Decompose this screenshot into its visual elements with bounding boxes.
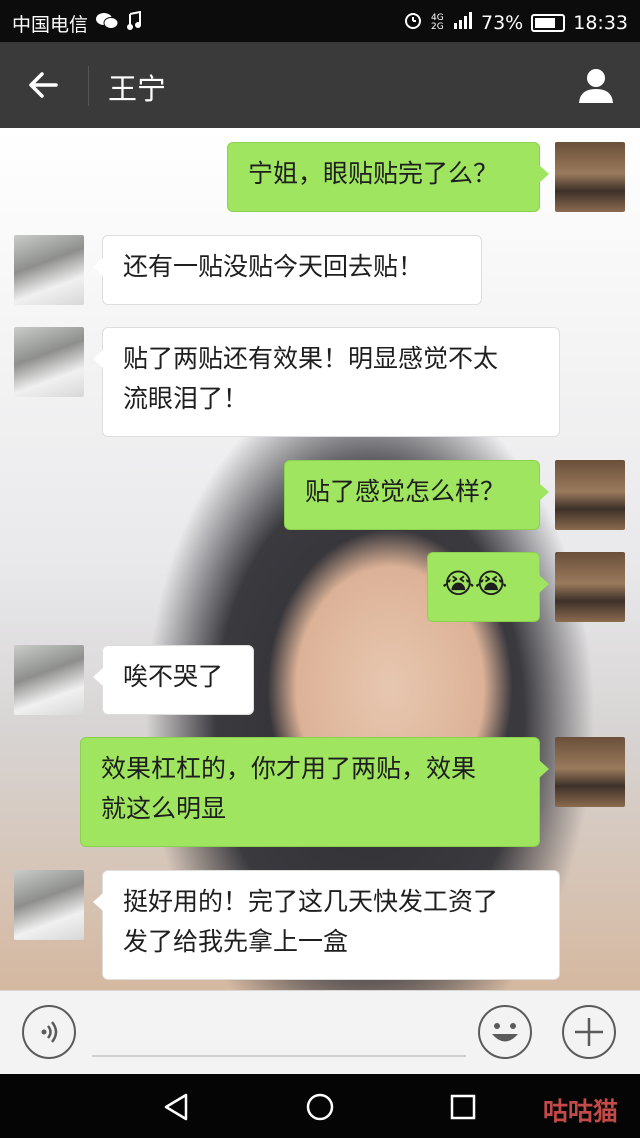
emoji-icon[interactable] bbox=[478, 1005, 532, 1059]
message-input[interactable] bbox=[92, 1007, 466, 1057]
my-avatar[interactable] bbox=[555, 552, 625, 622]
friend-message-bubble[interactable]: 挺好用的！完了这几天快发工资了 发了给我先拿上一盒 bbox=[93, 870, 560, 980]
my-avatar[interactable] bbox=[555, 460, 625, 530]
friend-avatar[interactable] bbox=[14, 870, 84, 940]
my-emoji-bubble[interactable]: 😭😭 bbox=[427, 552, 549, 622]
my-message-bubble[interactable]: 效果杠杠的，你才用了两贴，效果 就这么明显 bbox=[80, 737, 549, 847]
friend-message-bubble[interactable]: 贴了两贴还有效果！明显感觉不太 流眼泪了！ bbox=[93, 327, 560, 437]
friend-avatar[interactable] bbox=[14, 235, 84, 305]
header-divider bbox=[88, 66, 89, 106]
my-avatar[interactable] bbox=[555, 142, 625, 212]
friend-message-bubble[interactable]: 唉不哭了 bbox=[93, 645, 254, 715]
chat-area[interactable]: 宁姐，眼贴贴完了么？ 还有一贴没贴今天回去贴！ 贴了两贴还有效果！明显感觉不太 … bbox=[0, 128, 640, 990]
nav-home-icon[interactable] bbox=[305, 1092, 335, 1122]
chat-header: 王宁 bbox=[0, 42, 640, 128]
friend-avatar[interactable] bbox=[14, 645, 84, 715]
voice-icon[interactable] bbox=[22, 1005, 76, 1059]
friend-message-bubble[interactable]: 还有一贴没贴今天回去贴！ bbox=[93, 235, 482, 305]
status-bar: 中国电信 4G 2G 73% 18:33 bbox=[0, 0, 640, 42]
input-bar bbox=[0, 990, 640, 1075]
carrier-label: 中国电信 bbox=[12, 14, 89, 36]
signal-icon bbox=[453, 11, 473, 34]
system-nav-bar: 咕咕猫 bbox=[0, 1074, 640, 1138]
battery-icon bbox=[531, 13, 566, 32]
profile-icon[interactable] bbox=[576, 65, 616, 105]
chat-title: 王宁 bbox=[108, 72, 167, 106]
nav-back-icon[interactable] bbox=[162, 1092, 192, 1122]
music-icon bbox=[126, 10, 142, 36]
my-avatar[interactable] bbox=[555, 737, 625, 807]
watermark: 咕咕猫 bbox=[542, 1097, 618, 1126]
battery-percent: 73% bbox=[481, 11, 524, 34]
my-message-bubble[interactable]: 贴了感觉怎么样？ bbox=[284, 460, 549, 530]
alarm-icon bbox=[403, 10, 423, 35]
plus-icon[interactable] bbox=[562, 1005, 616, 1059]
nav-recent-icon[interactable] bbox=[450, 1094, 476, 1120]
friend-avatar[interactable] bbox=[14, 327, 84, 397]
back-arrow-icon[interactable] bbox=[26, 67, 62, 103]
my-message-bubble[interactable]: 宁姐，眼贴贴完了么？ bbox=[227, 142, 549, 212]
wechat-icon bbox=[96, 12, 119, 35]
network-label: 4G 2G bbox=[431, 12, 444, 32]
clock: 18:33 bbox=[573, 11, 628, 34]
